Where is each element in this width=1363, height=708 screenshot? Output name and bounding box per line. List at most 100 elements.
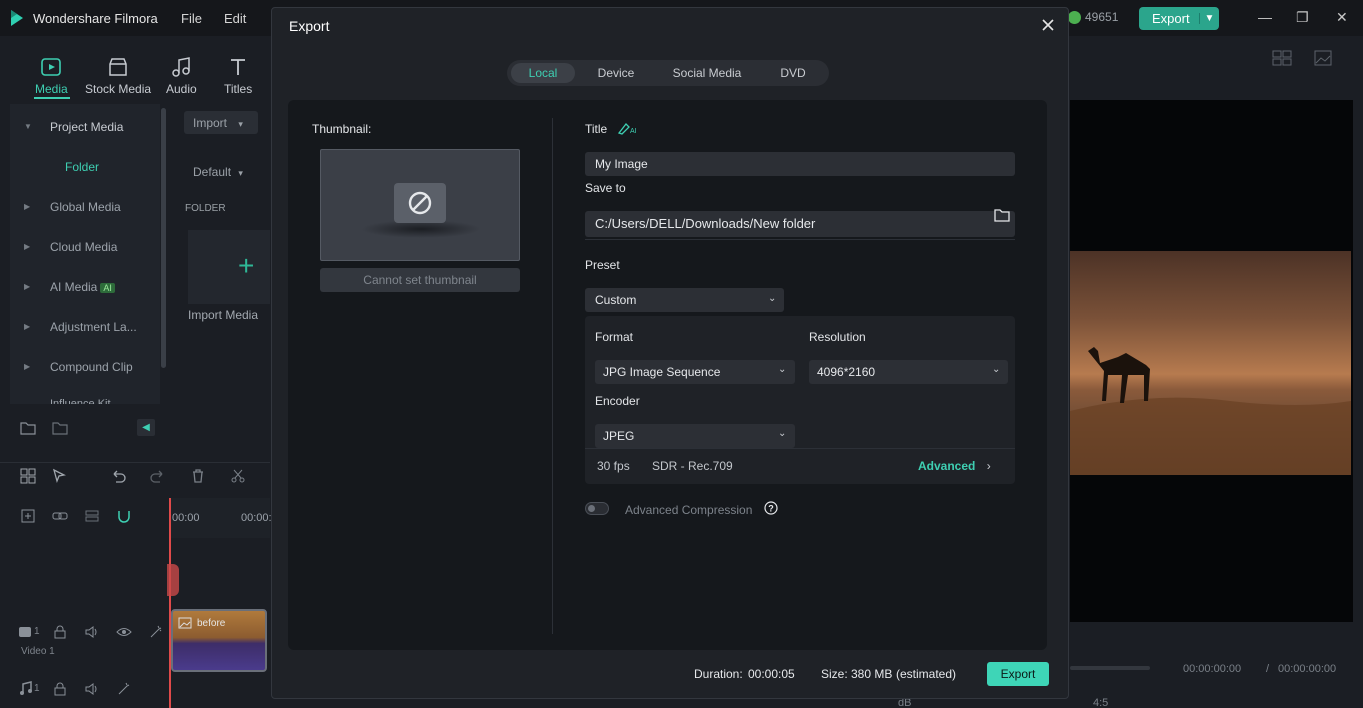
video-clip[interactable]: before bbox=[171, 609, 267, 672]
playhead-marker[interactable] bbox=[167, 564, 179, 596]
audio-track-icon bbox=[20, 681, 32, 695]
tool-titles[interactable]: Titles bbox=[224, 56, 252, 96]
advanced-compression-toggle[interactable] bbox=[585, 502, 609, 515]
volume-icon[interactable] bbox=[84, 681, 100, 697]
thumbnail-label: Thumbnail: bbox=[312, 122, 372, 136]
folder-header: FOLDER bbox=[185, 203, 226, 214]
magnet-icon[interactable] bbox=[116, 508, 132, 524]
undo-icon[interactable] bbox=[110, 468, 126, 484]
library-item-folder[interactable]: Folder bbox=[65, 160, 99, 174]
top-export-button[interactable]: Export ▼ bbox=[1139, 7, 1219, 30]
chevron-down-icon: ⌄ bbox=[778, 428, 787, 439]
preview-progress-bar[interactable] bbox=[1070, 666, 1150, 670]
track-layout-icon[interactable] bbox=[84, 508, 100, 524]
chevron-right-icon[interactable]: ▶ bbox=[24, 242, 30, 251]
menu-edit[interactable]: Edit bbox=[224, 11, 246, 26]
scissors-icon[interactable] bbox=[230, 468, 246, 484]
import-media-tile[interactable]: + bbox=[188, 230, 270, 304]
store-icon bbox=[109, 58, 127, 76]
size-note: (estimated) bbox=[896, 667, 957, 681]
lock-icon[interactable] bbox=[52, 681, 68, 697]
chevron-right-icon[interactable]: ▶ bbox=[24, 282, 30, 291]
tool-audio[interactable]: Audio bbox=[166, 56, 197, 96]
clip-label: before bbox=[197, 618, 226, 629]
export-button[interactable]: Export bbox=[987, 662, 1049, 686]
import-dropdown[interactable]: Import ▾ bbox=[184, 111, 258, 134]
minimize-icon[interactable]: — bbox=[1258, 9, 1272, 25]
effects-icon[interactable] bbox=[116, 681, 132, 697]
folder-browse-icon[interactable] bbox=[994, 208, 1010, 222]
grid-view-icon[interactable] bbox=[1272, 50, 1292, 66]
preset-dropdown[interactable]: Custom bbox=[585, 288, 784, 312]
active-tool-indicator bbox=[34, 97, 70, 99]
menu-file[interactable]: File bbox=[181, 11, 202, 26]
library-item-influence-kit[interactable]: Influence Kit bbox=[50, 398, 111, 404]
delete-icon[interactable] bbox=[190, 468, 206, 484]
sort-dropdown[interactable]: Default ▾ bbox=[184, 160, 258, 183]
ai-write-icon[interactable]: AI bbox=[618, 121, 638, 135]
title-label: Title bbox=[585, 122, 608, 136]
add-track-icon[interactable] bbox=[20, 508, 36, 524]
save-to-input[interactable]: C:/Users/DELL/Downloads/New folder bbox=[585, 211, 1015, 237]
new-folder-icon[interactable] bbox=[20, 420, 36, 436]
title-input[interactable]: My Image bbox=[585, 152, 1015, 176]
chevron-down-icon: ⌄ bbox=[778, 364, 787, 375]
preview-ratio[interactable]: 4:5 bbox=[1093, 697, 1108, 708]
tab-dvd[interactable]: DVD bbox=[761, 63, 825, 83]
credits-display[interactable]: 49651 bbox=[1068, 10, 1118, 24]
chevron-right-icon[interactable]: ▶ bbox=[24, 202, 30, 211]
volume-icon[interactable] bbox=[84, 624, 100, 640]
export-tabs: Local Device Social Media DVD bbox=[507, 60, 829, 86]
encoder-dropdown[interactable]: JPEG bbox=[595, 424, 795, 448]
restore-icon[interactable]: ❐ bbox=[1296, 9, 1309, 26]
tab-social-media[interactable]: Social Media bbox=[659, 63, 755, 83]
close-icon[interactable] bbox=[1039, 16, 1057, 34]
playhead[interactable] bbox=[169, 498, 171, 708]
resolution-dropdown[interactable]: 4096*2160 bbox=[809, 360, 1008, 384]
filmora-logo-icon bbox=[11, 10, 23, 26]
select-tool-icon[interactable] bbox=[52, 468, 68, 484]
library-item-cloud-media[interactable]: Cloud Media bbox=[50, 240, 117, 254]
redo-icon[interactable] bbox=[150, 468, 166, 484]
library-item-project-media[interactable]: Project Media bbox=[50, 120, 123, 134]
tab-device[interactable]: Device bbox=[583, 63, 649, 83]
library-item-compound-clip[interactable]: Compound Clip bbox=[50, 360, 133, 374]
credits-value: 49651 bbox=[1085, 10, 1119, 24]
layout-grid-icon[interactable] bbox=[20, 468, 36, 484]
link-icon[interactable] bbox=[52, 508, 68, 524]
chevron-down-icon[interactable]: ▼ bbox=[24, 122, 32, 131]
preview-current-time: 00:00:00:00 bbox=[1183, 663, 1242, 675]
tool-stock-media[interactable]: Stock Media bbox=[85, 56, 151, 96]
chevron-down-icon[interactable]: ▼ bbox=[1199, 13, 1219, 24]
library-item-adjustment-layer[interactable]: Adjustment La... bbox=[50, 320, 137, 334]
library-item-global-media[interactable]: Global Media bbox=[50, 200, 121, 214]
lock-icon[interactable] bbox=[52, 624, 68, 640]
folder-icon[interactable] bbox=[52, 420, 68, 436]
coin-icon bbox=[1068, 10, 1081, 24]
library-item-ai-media[interactable]: AI Media AI bbox=[50, 280, 115, 294]
export-dialog: Export Local Device Social Media DVD Thu… bbox=[271, 7, 1069, 699]
library-scrollbar[interactable] bbox=[161, 108, 166, 368]
color-space-value: SDR - Rec.709 bbox=[652, 459, 733, 473]
eye-icon[interactable] bbox=[116, 624, 132, 640]
save-to-label: Save to bbox=[585, 181, 626, 195]
snapshot-icon[interactable] bbox=[1314, 50, 1332, 66]
camel-silhouette bbox=[1070, 347, 1351, 475]
svg-text:AI: AI bbox=[630, 128, 637, 135]
effects-icon[interactable] bbox=[148, 624, 164, 640]
advanced-link[interactable]: Advanced › bbox=[918, 459, 991, 473]
format-dropdown[interactable]: JPG Image Sequence bbox=[595, 360, 795, 384]
toggle-knob bbox=[588, 505, 595, 512]
advanced-compression-label: Advanced Compression bbox=[625, 503, 753, 517]
chevron-right-icon: › bbox=[986, 459, 991, 473]
set-thumbnail-button[interactable]: Cannot set thumbnail bbox=[320, 268, 520, 292]
close-window-icon[interactable]: ✕ bbox=[1336, 9, 1348, 26]
section-divider bbox=[585, 239, 1015, 240]
tab-local[interactable]: Local bbox=[511, 63, 575, 83]
chevron-right-icon[interactable]: ▶ bbox=[24, 362, 30, 371]
help-icon[interactable]: ? bbox=[764, 501, 778, 515]
collapse-panel-button[interactable]: ◀ bbox=[137, 419, 155, 436]
no-thumbnail-icon bbox=[394, 183, 446, 223]
tool-media[interactable]: Media bbox=[35, 56, 68, 96]
chevron-right-icon[interactable]: ▶ bbox=[24, 322, 30, 331]
